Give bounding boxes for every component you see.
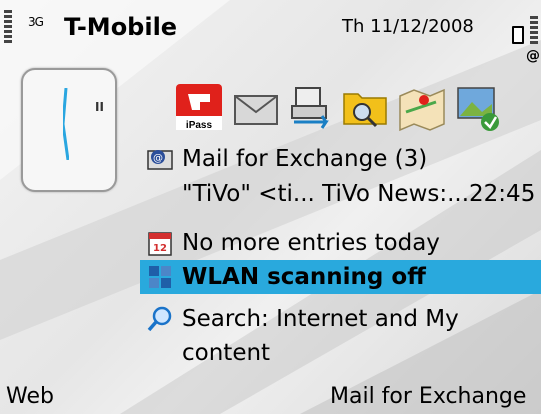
sync-icon — [291, 87, 329, 129]
search-text: Search: Internet and My — [182, 306, 459, 332]
mail-preview-row[interactable]: "TiVo" <ti... TiVo News:...22:45 — [140, 177, 541, 211]
home-screen: 3G T-Mobile Th 11/12/2008 @ II iPass @ M… — [0, 0, 541, 414]
mail-exchange-icon: @ — [146, 145, 174, 173]
mail-notification[interactable]: @ Mail for Exchange (3) — [140, 142, 541, 176]
shortcut-gallery[interactable] — [452, 82, 504, 134]
right-softkey[interactable]: Mail for Exchange — [330, 384, 526, 409]
clock-pause-indicator: II — [95, 100, 104, 114]
calendar-icon: 12 — [146, 229, 174, 257]
map-icon — [399, 88, 445, 132]
battery-icon — [512, 26, 524, 44]
envelope-icon — [234, 95, 278, 125]
operator-name: T-Mobile — [64, 13, 178, 41]
wlan-icon — [146, 263, 174, 291]
status-bar: 3G T-Mobile Th 11/12/2008 @ — [0, 0, 541, 64]
search-row-continued[interactable]: content — [140, 336, 541, 370]
battery-level-icon — [530, 16, 538, 46]
calendar-text: No more entries today — [182, 230, 440, 256]
left-softkey[interactable]: Web — [6, 384, 54, 409]
date-display: Th 11/12/2008 — [342, 16, 474, 37]
ipass-icon: iPass — [176, 84, 222, 131]
network-type-indicator: 3G — [28, 15, 44, 29]
wlan-text: WLAN scanning off — [182, 264, 426, 290]
calendar-day: 12 — [153, 243, 167, 254]
wlan-notification[interactable]: WLAN scanning off — [140, 260, 541, 294]
calendar-notification[interactable]: 12 No more entries today — [140, 226, 541, 260]
shortcut-sync[interactable] — [284, 82, 336, 134]
gallery-icon — [457, 87, 499, 131]
email-indicator-icon: @ — [526, 48, 540, 64]
folder-search-icon — [343, 93, 387, 128]
search-text-continued: content — [182, 340, 271, 366]
shortcut-file-manager[interactable] — [340, 82, 392, 134]
mail-title: Mail for Exchange (3) — [182, 146, 428, 172]
search-icon — [146, 305, 174, 333]
search-row[interactable]: Search: Internet and My — [140, 302, 541, 336]
mail-preview: "TiVo" <ti... TiVo News:...22:45 — [182, 181, 536, 207]
shortcut-maps[interactable] — [396, 82, 448, 134]
svg-text:@: @ — [153, 153, 163, 164]
analog-clock-icon — [63, 88, 69, 160]
shortcut-messaging[interactable] — [230, 82, 282, 134]
clock-widget[interactable]: II — [21, 68, 117, 192]
shortcut-ipass[interactable]: iPass — [174, 82, 226, 134]
ipass-label: iPass — [186, 120, 213, 131]
signal-strength-icon — [4, 10, 12, 44]
